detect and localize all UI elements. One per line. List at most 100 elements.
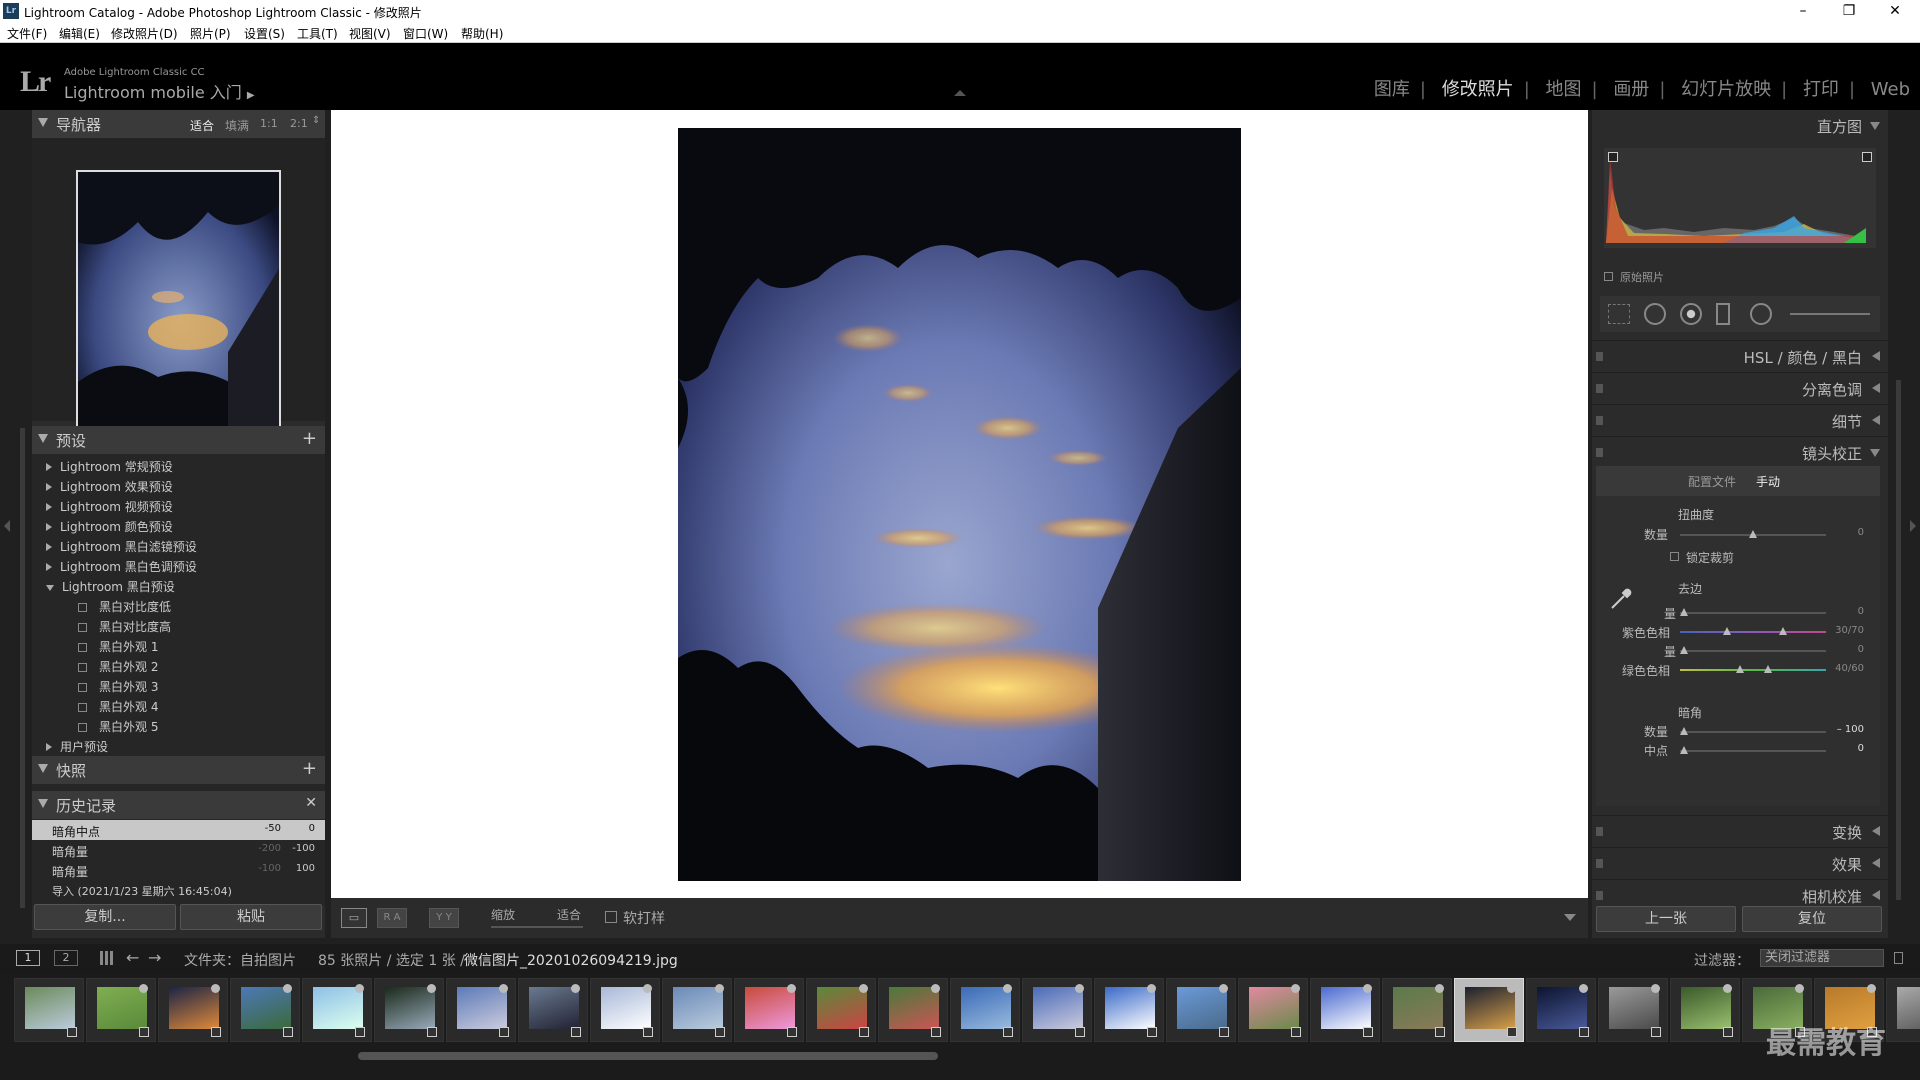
mobile-start[interactable]: Lightroom mobile 入门 ▶ <box>64 79 255 103</box>
vignette-amount-knob[interactable] <box>1680 727 1688 735</box>
module-print[interactable]: 打印 <box>1803 75 1839 101</box>
minimize-button[interactable]: – <box>1780 0 1826 22</box>
lens-corrections-header[interactable]: 镜头校正 <box>1592 436 1888 466</box>
purple-hue-knob-low[interactable] <box>1723 627 1731 635</box>
filmstrip-thumbnail[interactable] <box>1886 978 1920 1042</box>
shadow-clip-icon[interactable] <box>1608 152 1618 162</box>
histogram[interactable] <box>1604 148 1876 248</box>
preset-group-user[interactable]: 用户预设 <box>46 738 108 755</box>
left-scrollbar[interactable] <box>20 428 25 908</box>
panel-toggle-icon[interactable] <box>1596 384 1603 393</box>
purple-amount-slider[interactable] <box>1680 612 1826 614</box>
filmstrip-thumbnail[interactable] <box>302 978 372 1042</box>
previous-button[interactable]: 上一张 <box>1596 906 1736 932</box>
purple-hue-knob-high[interactable] <box>1779 627 1787 635</box>
filter-lock-icon[interactable] <box>1894 952 1903 964</box>
preset-group[interactable]: Lightroom 黑白滤镜预设 <box>46 538 197 555</box>
before-after-button[interactable]: R A <box>377 908 407 928</box>
collapse-top-icon[interactable] <box>954 90 966 96</box>
zoom-slider[interactable] <box>491 926 583 928</box>
filmstrip-thumbnail[interactable] <box>1310 978 1380 1042</box>
menu-window[interactable]: 窗口(W) <box>403 25 448 42</box>
vignette-midpoint-knob[interactable] <box>1680 746 1688 754</box>
panel-toggle-icon[interactable] <box>1596 827 1603 836</box>
preset-item[interactable]: 黑白对比度低 <box>78 598 171 615</box>
vignette-amount-slider[interactable] <box>1680 731 1826 733</box>
radial-filter-icon[interactable] <box>1750 303 1772 325</box>
softproof-checkbox[interactable] <box>605 911 617 923</box>
zoom-fit[interactable]: 适合 <box>190 117 214 134</box>
module-library[interactable]: 图库 <box>1374 75 1410 101</box>
filmstrip-thumbnail[interactable] <box>518 978 588 1042</box>
navigator-header[interactable]: 导航器 适合 填满 1:1 2:1 ⇕ <box>32 110 325 138</box>
history-row[interactable]: 暗角量 -100 100 <box>32 860 325 880</box>
grid-view-icon[interactable] <box>100 951 114 965</box>
green-amount-slider[interactable] <box>1680 650 1826 652</box>
maximize-button[interactable]: ❐ <box>1826 0 1872 22</box>
filmstrip-thumbnail[interactable] <box>446 978 516 1042</box>
filmstrip-thumbnail[interactable] <box>734 978 804 1042</box>
preset-group[interactable]: Lightroom 黑白预设 <box>46 578 175 595</box>
paste-settings-button[interactable]: 粘贴 <box>180 904 322 930</box>
preset-item[interactable]: 黑白外观 3 <box>78 678 158 695</box>
collapse-left-icon[interactable] <box>4 520 10 532</box>
zoom-more-icon[interactable]: ⇕ <box>312 115 320 126</box>
camera-calibration-header[interactable]: 相机校准 <box>1592 879 1888 909</box>
module-map[interactable]: 地图 <box>1546 75 1582 101</box>
transform-header[interactable]: 变换 <box>1592 815 1888 845</box>
history-row-selected[interactable]: 暗角中点 -50 0 <box>32 820 325 840</box>
filmstrip-thumbnail[interactable] <box>230 978 300 1042</box>
menu-view[interactable]: 视图(V) <box>349 25 391 42</box>
graduated-filter-icon[interactable] <box>1716 303 1730 325</box>
menu-settings[interactable]: 设置(S) <box>244 25 285 42</box>
red-eye-icon[interactable] <box>1680 303 1702 325</box>
menu-tools[interactable]: 工具(T) <box>297 25 338 42</box>
panel-toggle-icon[interactable] <box>1596 352 1603 361</box>
copy-settings-button[interactable]: 复制... <box>34 904 176 930</box>
preset-item[interactable]: 黑白外观 2 <box>78 658 158 675</box>
spot-removal-icon[interactable] <box>1644 303 1666 325</box>
module-develop[interactable]: 修改照片 <box>1442 75 1514 101</box>
histogram-header[interactable]: 直方图 <box>1592 110 1888 140</box>
preset-item[interactable]: 黑白外观 1 <box>78 638 158 655</box>
filmstrip-thumbnail[interactable] <box>86 978 156 1042</box>
filmstrip-thumbnail[interactable] <box>1094 978 1164 1042</box>
zoom-1-1[interactable]: 1:1 <box>260 117 278 130</box>
module-slideshow[interactable]: 幻灯片放映 <box>1681 75 1771 101</box>
history-row[interactable]: 暗角量 -200 -100 <box>32 840 325 860</box>
loupe-view-button[interactable]: ▭ <box>341 908 367 928</box>
tab-manual[interactable]: 手动 <box>1756 473 1780 490</box>
preset-item[interactable]: 黑白外观 4 <box>78 698 158 715</box>
vignette-midpoint-slider[interactable] <box>1680 750 1826 752</box>
filmstrip-thumbnail[interactable] <box>1022 978 1092 1042</box>
detail-header[interactable]: 细节 <box>1592 404 1888 434</box>
menu-help[interactable]: 帮助(H) <box>461 25 503 42</box>
preset-group[interactable]: Lightroom 效果预设 <box>46 478 173 495</box>
filmstrip-thumbnail[interactable] <box>158 978 228 1042</box>
before-after-yy-button[interactable]: Y Y <box>429 908 459 928</box>
filmstrip-thumbnail[interactable] <box>1238 978 1308 1042</box>
filmstrip-thumbnail[interactable] <box>806 978 876 1042</box>
filmstrip-thumbnail[interactable] <box>1166 978 1236 1042</box>
filmstrip-thumbnail[interactable] <box>1670 978 1740 1042</box>
filmstrip-thumbnail[interactable] <box>590 978 660 1042</box>
filmstrip-thumbnail[interactable] <box>374 978 444 1042</box>
presets-header[interactable]: 预设 + <box>32 426 325 454</box>
filmstrip-thumbnail[interactable] <box>950 978 1020 1042</box>
tab-profile[interactable]: 配置文件 <box>1688 473 1736 490</box>
preset-item[interactable]: 黑白对比度高 <box>78 618 171 635</box>
preset-item[interactable]: 黑白外观 5 <box>78 718 158 735</box>
back-arrow-icon[interactable]: ← <box>126 948 139 967</box>
toolbar-menu-icon[interactable] <box>1564 914 1576 921</box>
preset-group[interactable]: Lightroom 视频预设 <box>46 498 173 515</box>
crop-icon[interactable] <box>1608 304 1630 324</box>
reset-button[interactable]: 复位 <box>1742 906 1882 932</box>
add-snapshot-icon[interactable]: + <box>302 758 317 779</box>
close-button[interactable]: ✕ <box>1872 0 1918 22</box>
add-preset-icon[interactable]: + <box>302 428 317 449</box>
history-row[interactable]: 导入 (2021/1/23 星期六 16:45:04) <box>32 880 325 900</box>
primary-display-button[interactable]: 1 <box>16 950 40 966</box>
menu-edit[interactable]: 编辑(E) <box>59 25 100 42</box>
panel-toggle-icon[interactable] <box>1596 891 1603 900</box>
filmstrip-thumbnail[interactable] <box>662 978 732 1042</box>
